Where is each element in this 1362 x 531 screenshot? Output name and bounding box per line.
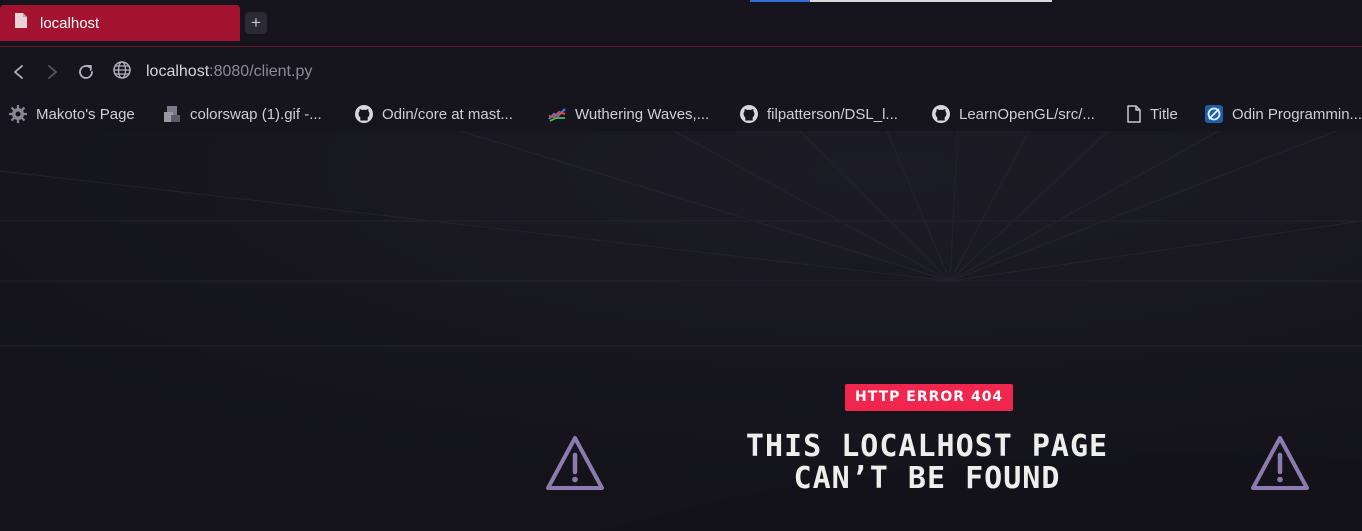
error-headline: THIS LOCALHOST PAGE CAN’T BE FOUND bbox=[700, 431, 1154, 495]
browser-window: localhost + localhost:8080/client.py Mak… bbox=[0, 0, 1362, 531]
error-headline-line1: THIS LOCALHOST PAGE bbox=[745, 429, 1109, 464]
chart-favicon-icon bbox=[548, 108, 566, 122]
bookmark-title[interactable]: Title bbox=[1126, 102, 1178, 126]
github-icon bbox=[740, 105, 758, 123]
top-accent-white bbox=[810, 0, 1052, 2]
warning-icon bbox=[1251, 436, 1309, 490]
bookmark-label: Odin Programmin... bbox=[1232, 105, 1362, 123]
error-code-badge: HTTP ERROR 404 bbox=[845, 384, 1014, 411]
bookmarks-bar: Makoto's Page colorswap (1).gif -... Odi… bbox=[0, 97, 1362, 131]
file-icon bbox=[14, 12, 28, 34]
address-bar[interactable]: localhost:8080/client.py bbox=[112, 57, 812, 87]
warning-icon-left bbox=[544, 434, 606, 492]
bookmark-label: Makoto's Page bbox=[36, 105, 135, 123]
error-page: HTTP ERROR 404 THIS LOCALHOST PAGE CAN’T… bbox=[0, 131, 1362, 531]
tab-title: localhost bbox=[40, 14, 100, 32]
gif-favicon-icon bbox=[164, 106, 180, 122]
bookmark-odin-core[interactable]: Odin/core at mast... bbox=[354, 102, 513, 126]
bookmark-label: LearnOpenGL/src/... bbox=[959, 105, 1095, 123]
bookmark-learnopengl[interactable]: LearnOpenGL/src/... bbox=[931, 102, 1095, 126]
gear-favicon-icon bbox=[9, 105, 27, 123]
bookmark-label: filpatterson/DSL_l... bbox=[767, 105, 898, 123]
tab-strip: localhost + bbox=[0, 0, 1362, 47]
odin-favicon-icon bbox=[1205, 105, 1223, 123]
bookmark-makotos-page[interactable]: Makoto's Page bbox=[8, 102, 135, 126]
bookmark-odin-programming[interactable]: Odin Programmin... bbox=[1204, 102, 1362, 126]
reload-button[interactable] bbox=[75, 61, 97, 83]
bookmark-label: Odin/core at mast... bbox=[382, 105, 513, 123]
warning-icon bbox=[546, 436, 604, 490]
tab-localhost[interactable]: localhost bbox=[0, 5, 240, 41]
url-path: :8080/client.py bbox=[209, 63, 313, 80]
file-icon bbox=[1127, 105, 1141, 123]
bookmark-label: Wuthering Waves,... bbox=[575, 105, 710, 123]
github-icon bbox=[355, 105, 373, 123]
bookmark-wuthering-waves[interactable]: Wuthering Waves,... bbox=[547, 102, 709, 126]
bookmark-filpatterson-dsl[interactable]: filpatterson/DSL_l... bbox=[739, 102, 898, 126]
bookmark-label: Title bbox=[1150, 105, 1178, 123]
new-tab-button[interactable]: + bbox=[245, 12, 267, 34]
url-host: localhost bbox=[146, 63, 210, 80]
github-icon bbox=[932, 105, 950, 123]
bookmark-label: colorswap (1).gif -... bbox=[190, 105, 322, 123]
bookmark-colorswap-gif[interactable]: colorswap (1).gif -... bbox=[162, 102, 322, 126]
top-accent-blue bbox=[750, 0, 810, 2]
forward-button[interactable] bbox=[41, 61, 63, 83]
globe-icon bbox=[112, 60, 132, 85]
error-headline-line2: CAN’T BE FOUND bbox=[793, 461, 1061, 496]
back-arrow-icon bbox=[14, 65, 23, 79]
reload-icon bbox=[79, 64, 93, 79]
forward-arrow-icon bbox=[48, 65, 57, 79]
warning-icon-right bbox=[1249, 434, 1311, 492]
toolbar: localhost:8080/client.py bbox=[0, 47, 1362, 97]
background-grid bbox=[0, 131, 1362, 531]
back-button[interactable] bbox=[8, 61, 30, 83]
